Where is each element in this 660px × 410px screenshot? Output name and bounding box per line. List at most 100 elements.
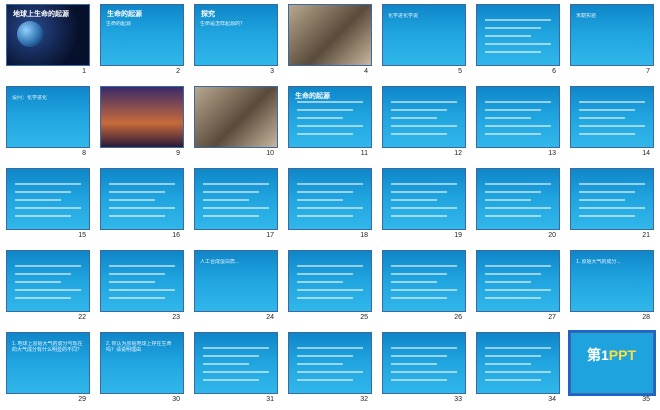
slide-thumbnail-35[interactable]: 第1PPT 35	[566, 329, 656, 409]
slide-number: 26	[454, 314, 462, 321]
slide-thumbnail-14[interactable]: 14	[566, 83, 654, 163]
text-line	[579, 183, 645, 185]
slide-thumbnail-8[interactable]: 设问：化学进化 8	[2, 83, 90, 163]
text-line	[485, 347, 551, 349]
text-line	[485, 133, 541, 135]
slide-thumbnail-13[interactable]: 13	[472, 83, 560, 163]
slide-thumbnail-3[interactable]: 探究 生命是怎样起源的？ 3	[190, 1, 278, 81]
text-line	[297, 191, 353, 193]
text-line	[485, 281, 531, 283]
slide-thumbnail-31[interactable]: 31	[190, 329, 278, 409]
text-line	[297, 297, 353, 299]
slide-body-text: 人工合成蛋白质...	[200, 259, 240, 265]
text-line	[391, 289, 457, 291]
slide-thumbnail-11[interactable]: 生命的起源 11	[284, 83, 372, 163]
text-line	[109, 191, 165, 193]
slide-thumbnail-32[interactable]: 32	[284, 329, 372, 409]
slide-thumbnail-24[interactable]: 人工合成蛋白质... 24	[190, 247, 278, 327]
slide-thumbnail-17[interactable]: 17	[190, 165, 278, 245]
slide-thumbnail-9[interactable]: 9	[96, 83, 184, 163]
slide-number: 14	[642, 150, 650, 157]
slide-thumbnail-12[interactable]: 12	[378, 83, 466, 163]
text-line	[485, 379, 541, 381]
text-line	[485, 297, 541, 299]
slide-number: 12	[454, 150, 462, 157]
slide-thumbnail-29[interactable]: 1. 地球上原始大气的成分与现在的大气成分有什么明显的不同？ 29	[2, 329, 90, 409]
slide-title: 生命的起源	[295, 93, 330, 100]
slide-thumbnail-10[interactable]: 10	[190, 83, 278, 163]
text-line	[109, 289, 175, 291]
slide-preview	[6, 168, 90, 230]
slide-number: 30	[172, 396, 180, 403]
slide-number: 10	[266, 150, 274, 157]
text-line	[15, 215, 71, 217]
slide-thumbnail-6[interactable]: 6	[472, 1, 560, 81]
text-line	[15, 207, 81, 209]
slide-thumbnail-30[interactable]: 2. 你认为原始地球上存在生命吗？请说明理由 30	[96, 329, 184, 409]
text-line	[391, 379, 447, 381]
slide-thumbnail-34[interactable]: 34	[472, 329, 560, 409]
text-line	[203, 207, 269, 209]
text-line	[485, 183, 551, 185]
text-line	[579, 109, 635, 111]
slide-preview: 1. 地球上原始大气的成分与现在的大气成分有什么明显的不同？	[6, 332, 90, 394]
slide-thumbnail-7[interactable]: 米勒实验 7	[566, 1, 654, 81]
text-line	[15, 183, 81, 185]
slide-thumbnail-23[interactable]: 23	[96, 247, 184, 327]
slide-thumbnail-4[interactable]: 4	[284, 1, 372, 81]
slide-thumbnail-19[interactable]: 19	[378, 165, 466, 245]
slide-thumbnail-15[interactable]: 15	[2, 165, 90, 245]
text-line	[485, 215, 541, 217]
slide-thumbnail-5[interactable]: 化学进化学说 5	[378, 1, 466, 81]
text-line	[109, 273, 165, 275]
text-line	[391, 101, 457, 103]
landscape-image	[101, 87, 183, 147]
text-line	[579, 199, 625, 201]
text-line	[297, 355, 353, 357]
text-line	[297, 199, 343, 201]
text-line	[203, 199, 249, 201]
slide-preview: 化学进化学说	[382, 4, 466, 66]
text-line	[391, 297, 447, 299]
text-line	[109, 183, 175, 185]
slide-preview: 探究 生命是怎样起源的？	[194, 4, 278, 66]
text-line	[579, 101, 645, 103]
slide-number: 34	[548, 396, 556, 403]
text-line	[391, 273, 447, 275]
slide-thumbnail-25[interactable]: 25	[284, 247, 372, 327]
slide-thumbnail-28[interactable]: 1. 原始大气的成分... 28	[566, 247, 654, 327]
text-line	[15, 281, 61, 283]
text-line	[297, 371, 363, 373]
text-line	[485, 43, 551, 45]
slide-thumbnail-18[interactable]: 18	[284, 165, 372, 245]
slide-preview	[476, 168, 560, 230]
slide-thumbnail-2[interactable]: 生命的起源 生命的起源 2	[96, 1, 184, 81]
text-line	[391, 281, 437, 283]
slide-thumbnail-20[interactable]: 20	[472, 165, 560, 245]
slide-thumbnail-33[interactable]: 33	[378, 329, 466, 409]
text-line	[297, 207, 363, 209]
slide-number: 21	[642, 232, 650, 239]
slide-thumbnail-21[interactable]: 21	[566, 165, 654, 245]
slide-number: 11	[360, 150, 368, 157]
planet-image	[17, 21, 43, 47]
slide-preview: 人工合成蛋白质...	[194, 250, 278, 312]
slide-thumbnail-27[interactable]: 27	[472, 247, 560, 327]
text-line	[391, 133, 447, 135]
text-line	[391, 109, 447, 111]
slide-number: 13	[548, 150, 556, 157]
slide-thumbnail-1[interactable]: 地球上生命的起源 1	[2, 1, 90, 81]
text-line	[109, 199, 155, 201]
text-line	[485, 19, 551, 21]
text-line	[485, 207, 551, 209]
slide-preview	[100, 86, 184, 148]
text-line	[485, 125, 551, 127]
text-line	[579, 191, 635, 193]
slide-thumbnail-26[interactable]: 26	[378, 247, 466, 327]
text-line	[297, 379, 353, 381]
slide-thumbnail-22[interactable]: 22	[2, 247, 90, 327]
text-line	[391, 191, 447, 193]
text-line	[391, 363, 437, 365]
slide-thumbnail-16[interactable]: 16	[96, 165, 184, 245]
slide-number: 8	[82, 150, 86, 157]
